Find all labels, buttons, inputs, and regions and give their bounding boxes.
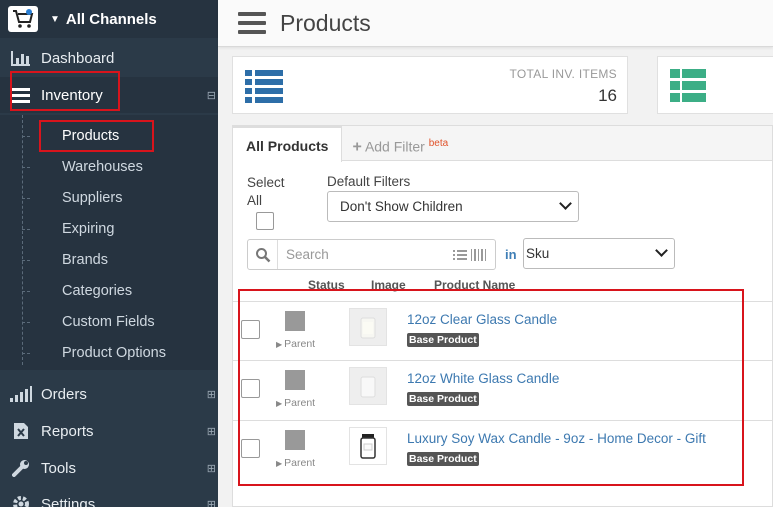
product-name-link[interactable]: Luxury Soy Wax Candle - 9oz - Home Decor… bbox=[407, 431, 706, 446]
tree-line bbox=[22, 115, 23, 365]
stat-label: TOTAL INV. ITEMS bbox=[509, 67, 617, 81]
default-filters-label: Default Filters bbox=[327, 174, 411, 189]
add-filter-label: Add Filter bbox=[364, 138, 425, 155]
expand-icon[interactable]: ⊞ bbox=[207, 498, 216, 507]
default-filter-select[interactable]: Don't Show Children bbox=[327, 191, 579, 222]
excel-file-icon bbox=[10, 422, 32, 440]
search-in-label: in bbox=[505, 247, 517, 262]
table-row[interactable]: ▶ Parent 12oz Clear Glass Candle Base Pro… bbox=[233, 301, 772, 361]
product-thumbnail[interactable] bbox=[349, 427, 387, 465]
beta-badge: beta bbox=[428, 138, 449, 149]
add-filter-button[interactable]: + Add Filter beta bbox=[342, 126, 448, 160]
nav-settings[interactable]: Settings ⊞ bbox=[0, 486, 218, 507]
nav-tools[interactable]: Tools ⊞ bbox=[0, 450, 218, 486]
channel-selector[interactable]: ▼ All Channels bbox=[0, 0, 218, 38]
nav-label: Tools bbox=[41, 459, 77, 477]
table-row[interactable]: ▶ Parent 12oz White Glass Candle Base Pro… bbox=[233, 360, 772, 420]
expand-icon[interactable]: ⊞ bbox=[207, 388, 216, 401]
select-all-label: Select All bbox=[247, 175, 285, 208]
table-row[interactable]: ▶ Parent Luxury Soy Wax Candle - 9oz - Ho… bbox=[233, 420, 772, 480]
product-name-link[interactable]: 12oz White Glass Candle bbox=[407, 371, 559, 386]
table-icon bbox=[670, 69, 706, 102]
nav-label: Orders bbox=[41, 385, 87, 403]
row-checkbox[interactable] bbox=[241, 379, 260, 398]
tab-all-products[interactable]: All Products bbox=[233, 126, 343, 162]
sidebar: ▼ All Channels Dashboard Inventory ⊟ Pro… bbox=[0, 0, 218, 507]
subnav-categories[interactable]: Categories bbox=[62, 283, 132, 299]
plus-icon: + bbox=[352, 138, 362, 156]
page-title: Products bbox=[280, 9, 371, 36]
barcode-icon[interactable] bbox=[453, 248, 487, 261]
total-items-card: TOTAL INV. ITEMS 16 bbox=[232, 56, 628, 114]
caret-right-icon: ▶ bbox=[276, 340, 283, 349]
nav-reports[interactable]: Reports ⊞ bbox=[0, 413, 218, 449]
subnav-expiring[interactable]: Expiring bbox=[62, 221, 114, 237]
column-product-name[interactable]: Product Name bbox=[434, 278, 515, 292]
product-name-link[interactable]: 12oz Clear Glass Candle bbox=[407, 312, 557, 327]
base-product-badge: Base Product bbox=[407, 333, 479, 347]
main-content: Products TOTAL INV. ITEMS 16 All Product… bbox=[218, 0, 773, 507]
channel-label: All Channels bbox=[65, 10, 157, 28]
chevron-down-icon: ▼ bbox=[50, 13, 60, 25]
parent-label: Parent bbox=[284, 397, 316, 409]
subnav-product-options[interactable]: Product Options bbox=[62, 345, 166, 361]
parent-label: Parent bbox=[284, 338, 316, 350]
row-checkbox[interactable] bbox=[241, 320, 260, 339]
status-indicator bbox=[285, 311, 305, 331]
search-field-value: Sku bbox=[526, 246, 550, 261]
cart-logo-icon bbox=[8, 6, 38, 32]
gear-icon bbox=[10, 495, 32, 507]
second-stat-card bbox=[657, 56, 773, 114]
expand-icon[interactable]: ⊞ bbox=[207, 462, 216, 475]
select-all-checkbox[interactable] bbox=[256, 212, 274, 230]
collapse-icon[interactable]: ⊟ bbox=[207, 89, 216, 102]
parent-toggle[interactable]: ▶ Parent bbox=[276, 338, 315, 350]
chevron-down-icon bbox=[655, 244, 668, 257]
search-field-select[interactable]: Sku bbox=[523, 238, 675, 269]
product-thumbnail[interactable] bbox=[349, 308, 387, 346]
wrench-icon bbox=[10, 459, 32, 477]
nav-label: Settings bbox=[41, 495, 96, 507]
nav-inventory[interactable]: Inventory ⊟ bbox=[0, 77, 218, 113]
caret-right-icon: ▶ bbox=[276, 399, 283, 408]
subnav-brands[interactable]: Brands bbox=[62, 252, 108, 268]
search-placeholder: Search bbox=[286, 247, 329, 262]
tab-bar: All Products + Add Filter beta bbox=[233, 126, 772, 162]
base-product-badge: Base Product bbox=[407, 392, 479, 406]
column-status[interactable]: Status bbox=[308, 278, 345, 292]
nav-label: Dashboard bbox=[41, 49, 115, 67]
page-header: Products bbox=[218, 0, 773, 47]
parent-toggle[interactable]: ▶ Parent bbox=[276, 457, 315, 469]
chevron-down-icon bbox=[559, 197, 572, 210]
status-indicator bbox=[285, 370, 305, 390]
subnav-custom-fields[interactable]: Custom Fields bbox=[62, 314, 155, 330]
expand-icon[interactable]: ⊞ bbox=[207, 425, 216, 438]
list-icon bbox=[245, 70, 283, 103]
nav-label: Inventory bbox=[41, 86, 103, 104]
column-image: Image bbox=[371, 278, 406, 292]
list-icon bbox=[10, 86, 32, 104]
subnav-warehouses[interactable]: Warehouses bbox=[62, 159, 143, 175]
search-icon bbox=[248, 240, 278, 269]
base-product-badge: Base Product bbox=[407, 452, 479, 466]
products-panel: All Products + Add Filter beta Select Al… bbox=[232, 125, 773, 507]
nav-orders[interactable]: Orders ⊞ bbox=[0, 376, 218, 412]
hamburger-icon[interactable] bbox=[238, 12, 266, 34]
stat-value: 16 bbox=[598, 86, 617, 105]
caret-right-icon: ▶ bbox=[276, 459, 283, 468]
inventory-submenu bbox=[0, 115, 218, 370]
signal-bars-icon bbox=[10, 385, 32, 403]
product-thumbnail[interactable] bbox=[349, 367, 387, 405]
bar-chart-icon bbox=[10, 49, 32, 67]
subnav-products[interactable]: Products bbox=[62, 128, 119, 144]
nav-dashboard[interactable]: Dashboard bbox=[0, 40, 218, 76]
parent-toggle[interactable]: ▶ Parent bbox=[276, 397, 315, 409]
nav-label: Reports bbox=[41, 422, 94, 440]
status-indicator bbox=[285, 430, 305, 450]
parent-label: Parent bbox=[284, 457, 316, 469]
search-input[interactable]: Search bbox=[247, 239, 496, 270]
row-checkbox[interactable] bbox=[241, 439, 260, 458]
default-filter-value: Don't Show Children bbox=[340, 199, 463, 214]
subnav-suppliers[interactable]: Suppliers bbox=[62, 190, 122, 206]
